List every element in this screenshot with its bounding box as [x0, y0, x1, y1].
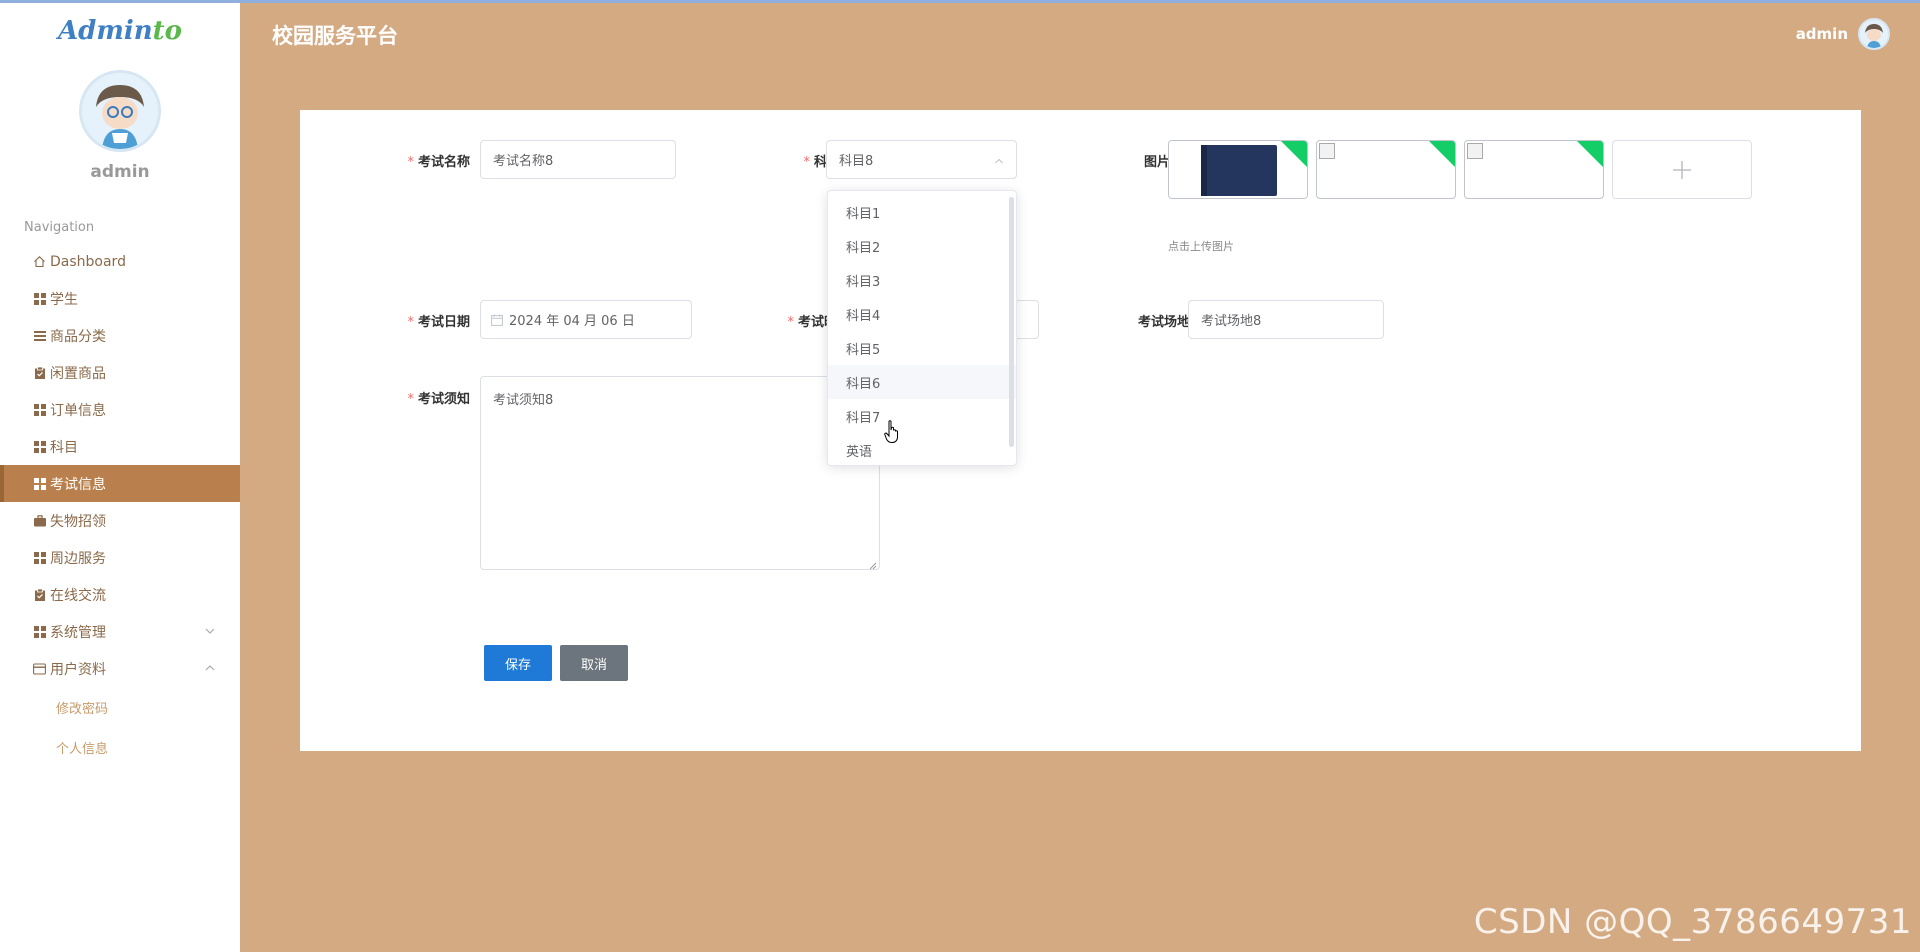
sidebar-item-subjects[interactable]: 科目	[0, 428, 240, 465]
upload-success-badge	[1280, 141, 1307, 168]
sidebar-item-orders[interactable]: 订单信息	[0, 391, 240, 428]
exam-date-label: * 考试日期	[407, 315, 470, 330]
watermark: CSDN @QQ_3786649731	[1473, 902, 1912, 942]
header-username: admin	[1795, 25, 1848, 43]
grid-icon	[33, 551, 46, 564]
sidebar-item-product-category[interactable]: 商品分类	[0, 317, 240, 354]
dropdown-option[interactable]: 科目7	[828, 399, 1016, 433]
chevron-up-icon	[204, 662, 216, 674]
uploaded-image-1[interactable]	[1168, 140, 1308, 199]
uploaded-image-3[interactable]	[1464, 140, 1604, 199]
grid-icon	[33, 625, 46, 638]
card-icon	[33, 662, 46, 675]
sidebar-item-system-management[interactable]: 系统管理	[0, 613, 240, 650]
exam-date-picker[interactable]: 2024 年 04 月 06 日	[480, 300, 692, 339]
dropdown-option[interactable]: 科目2	[828, 229, 1016, 263]
grid-icon	[33, 403, 46, 416]
clipboard-icon	[33, 366, 46, 379]
sidebar-subitem-personal-info[interactable]: 个人信息	[0, 727, 240, 767]
uploaded-image-2[interactable]	[1316, 140, 1456, 199]
exam-form-card: *考试名称 考试名称8 *科目 科目8 图片 点击上传图片 *考试日期 2024…	[300, 110, 1861, 751]
grid-icon	[33, 292, 46, 305]
dropdown-option[interactable]: 科目5	[828, 331, 1016, 365]
calendar-icon	[491, 313, 503, 326]
sidebar-item-exam-info[interactable]: 考试信息	[0, 465, 240, 502]
broken-image-icon	[1319, 143, 1335, 159]
exam-name-label: * 考试名称	[407, 155, 470, 170]
upload-hint: 点击上传图片	[1168, 240, 1234, 253]
image-label: 图片	[1143, 155, 1170, 170]
dropdown-scrollbar[interactable]	[1009, 197, 1014, 447]
sidebar-item-dashboard[interactable]: Dashboard	[0, 243, 240, 280]
dropdown-option[interactable]: 英语	[828, 433, 1016, 465]
home-icon	[33, 255, 46, 268]
grid-icon	[33, 440, 46, 453]
broken-image-icon	[1467, 143, 1483, 159]
sidebar-item-lost-found[interactable]: 失物招领	[0, 502, 240, 539]
nav-section-title: Navigation	[24, 220, 95, 235]
hand-cursor-icon	[884, 420, 902, 448]
add-image-button[interactable]	[1612, 140, 1752, 199]
upload-success-badge	[1428, 141, 1455, 168]
save-button[interactable]: 保存	[484, 645, 552, 681]
avatar-illustration-icon	[82, 73, 158, 149]
sidebar-item-user-profile[interactable]: 用户资料	[0, 650, 240, 687]
chevron-down-icon	[204, 625, 216, 637]
sidebar-nav: Dashboard 学生 商品分类 闲置商品 订单信息 科目 考试信息 失物招领…	[0, 243, 240, 767]
exam-notice-label: * 考试须知	[407, 392, 470, 407]
clipboard-icon	[33, 588, 46, 601]
dropdown-option[interactable]: 科目4	[828, 297, 1016, 331]
exam-name-input[interactable]: 考试名称8	[480, 140, 676, 179]
sidebar-item-students[interactable]: 学生	[0, 280, 240, 317]
dropdown-option[interactable]: 科目3	[828, 263, 1016, 297]
user-avatar[interactable]	[79, 70, 161, 152]
header-avatar[interactable]	[1858, 18, 1890, 50]
header-user-menu[interactable]: admin	[1796, 18, 1890, 50]
plus-icon	[1673, 160, 1691, 179]
sidebar-item-online-chat[interactable]: 在线交流	[0, 576, 240, 613]
logo[interactable]: Adminto	[0, 16, 240, 46]
briefcase-icon	[33, 514, 46, 527]
top-accent-line	[0, 0, 1920, 3]
page-title: 校园服务平台	[272, 24, 398, 48]
sidebar: Adminto admin Navigation Dashboard 学生 商品…	[0, 0, 240, 952]
dropdown-option[interactable]: 科目1	[828, 195, 1016, 229]
exam-venue-label: 考试场地	[1137, 315, 1190, 330]
chevron-up-icon	[994, 155, 1004, 165]
list-icon	[33, 329, 46, 342]
upload-success-badge	[1576, 141, 1603, 168]
subject-select[interactable]: 科目8	[826, 140, 1017, 179]
subject-dropdown: 科目1 科目2 科目3 科目4 科目5 科目6 科目7 英语	[827, 190, 1017, 466]
sidebar-subitem-change-password[interactable]: 修改密码	[0, 687, 240, 727]
exam-notice-textarea[interactable]: 考试须知8	[480, 376, 880, 570]
exam-venue-input[interactable]: 考试场地8	[1188, 300, 1384, 339]
sidebar-item-idle-goods[interactable]: 闲置商品	[0, 354, 240, 391]
sidebar-item-nearby-services[interactable]: 周边服务	[0, 539, 240, 576]
cancel-button[interactable]: 取消	[560, 645, 628, 681]
resize-handle-icon[interactable]	[869, 559, 877, 570]
sidebar-username: admin	[90, 162, 150, 182]
avatar-illustration-icon	[1860, 20, 1888, 48]
grid-icon	[33, 477, 46, 490]
dropdown-option-hovered[interactable]: 科目6	[828, 365, 1016, 399]
